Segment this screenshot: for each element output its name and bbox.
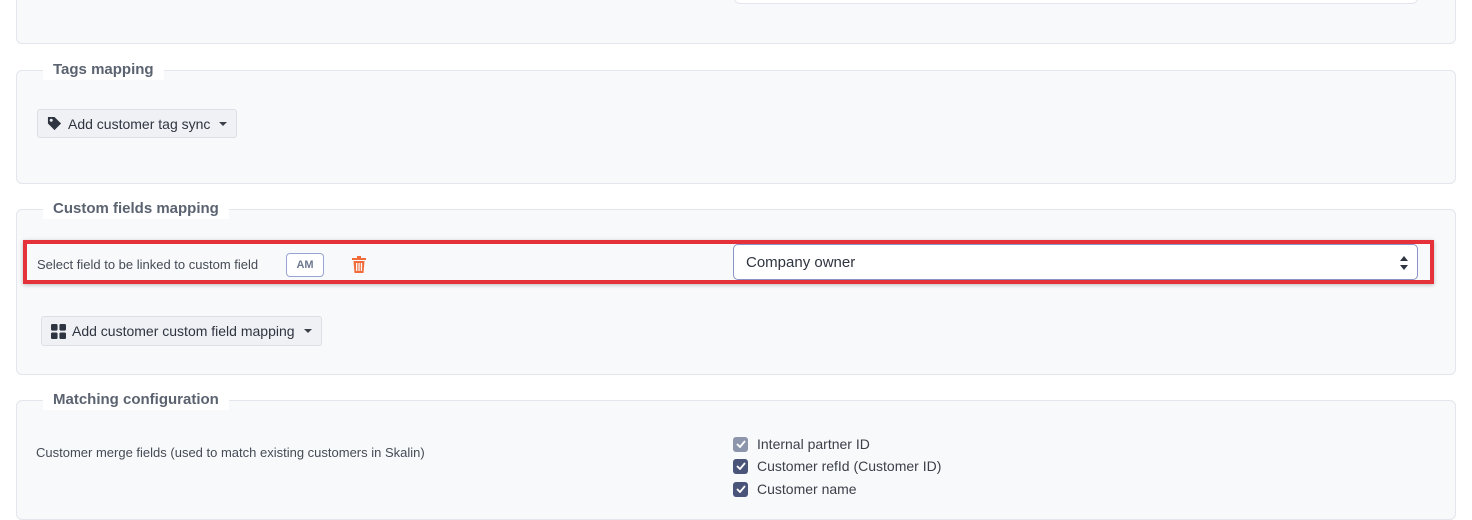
custom-field-select-value: Company owner (746, 253, 856, 271)
add-customer-tag-sync-button[interactable]: Add customer tag sync (37, 109, 238, 138)
custom-field-mapping-row: Select field to be linked to custom fiel… (23, 240, 1434, 284)
checkbox-checked-icon[interactable] (733, 458, 748, 474)
checkbox-checked-icon[interactable] (733, 436, 748, 452)
matching-configuration-panel: Matching configuration Customer merge fi… (16, 390, 1456, 520)
merge-field-label: Internal partner ID (757, 436, 870, 452)
merge-field-label: Customer name (757, 481, 857, 497)
am-badge[interactable]: AM (286, 253, 324, 277)
merge-field-internal-partner-id[interactable]: Internal partner ID (733, 436, 870, 452)
add-customer-tag-sync-label: Add customer tag sync (68, 115, 211, 132)
add-customer-custom-field-mapping-label: Add customer custom field mapping (72, 323, 295, 339)
tags-mapping-legend: Tags mapping (43, 60, 164, 80)
caret-down-icon (219, 121, 228, 126)
merge-fields-label: Customer merge fields (used to match exi… (36, 445, 425, 460)
caret-down-icon (303, 329, 312, 333)
tag-icon (47, 116, 62, 131)
merge-field-label: Customer refId (Customer ID) (757, 458, 942, 474)
add-customer-custom-field-mapping-button[interactable]: Add customer custom field mapping (41, 316, 322, 346)
select-updown-icon (1400, 256, 1408, 270)
checkbox-checked-icon[interactable] (733, 481, 748, 497)
grid-icon (51, 323, 66, 339)
custom-field-row-label: Select field to be linked to custom fiel… (37, 257, 259, 272)
merge-field-customer-name[interactable]: Customer name (733, 481, 857, 497)
previous-section-panel (16, 0, 1456, 44)
trash-icon[interactable] (352, 256, 366, 274)
custom-fields-mapping-legend: Custom fields mapping (43, 199, 229, 219)
custom-fields-mapping-panel: Custom fields mapping Select field to be… (16, 199, 1456, 375)
tags-mapping-panel: Tags mapping Add customer tag sync (16, 60, 1456, 184)
matching-configuration-legend: Matching configuration (43, 390, 229, 410)
previous-section-input[interactable] (734, 0, 1418, 4)
merge-field-customer-refid[interactable]: Customer refId (Customer ID) (733, 458, 941, 474)
custom-field-select[interactable]: Company owner (733, 244, 1418, 280)
